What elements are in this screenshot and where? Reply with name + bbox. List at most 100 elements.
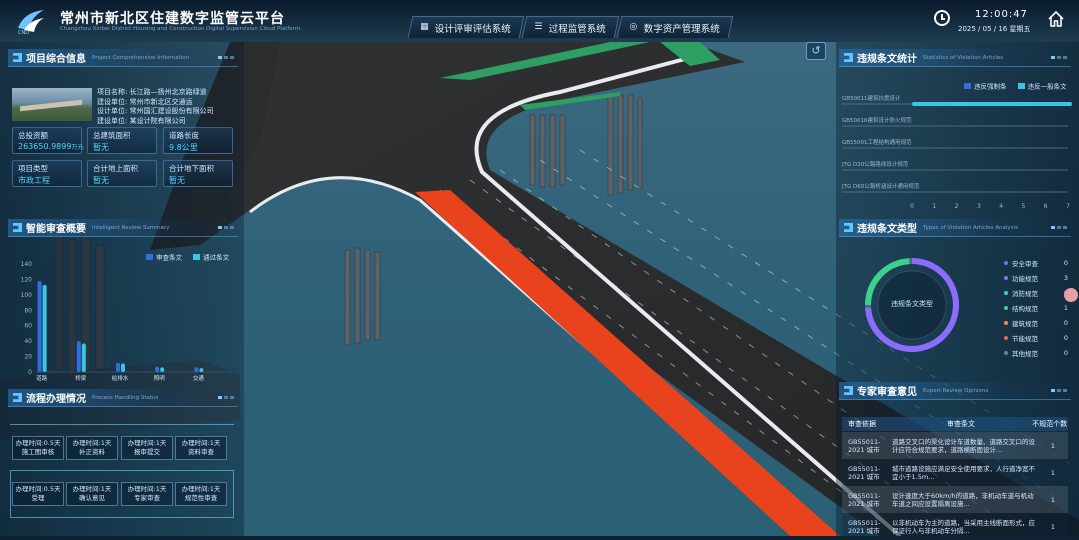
expert-table-header: 审查依据 审查条文 不规范个数	[842, 417, 1068, 431]
panel-dots-icon	[216, 396, 234, 399]
process-step[interactable]: 办理时间:0.5天 受理	[12, 482, 64, 506]
bar[interactable]	[121, 363, 125, 372]
process-step[interactable]: 办理时间:1天 补正资料	[66, 436, 118, 460]
row-basis: GB55011-2021 城市	[848, 491, 881, 508]
row-basis: GB55011-2021 城市	[848, 518, 881, 535]
category-label: JTG D60公路桥涵设计通用规范	[841, 182, 920, 190]
row-basis: GB55011-2021 城市	[848, 437, 881, 454]
table-row[interactable]: GB55011-2021 城市 设计速度大于60km/h的道路，非机动车道与机动车…	[842, 486, 1068, 513]
tab-label: 过程监管系统	[548, 23, 606, 35]
type-legend-item[interactable]: 结构规范 1	[1004, 303, 1074, 313]
x-tick-label: 桥梁	[75, 374, 87, 382]
bar[interactable]	[42, 284, 47, 372]
type-name: 结构规范	[1012, 305, 1038, 313]
y-tick-label: 120	[21, 276, 33, 283]
back-button[interactable]: ↺	[806, 42, 826, 60]
tab-process-supervision[interactable]: ☰ 过程监管系统	[521, 16, 620, 38]
side-toggle-button[interactable]	[1064, 288, 1078, 302]
panel-title-en: Types of Violation Articles Analysis	[923, 224, 1018, 231]
category-label: GB50011建筑抗震设计	[842, 94, 901, 102]
panel-title-en: Expert Review Opinions	[923, 387, 989, 394]
type-name: 节能规范	[1012, 335, 1038, 343]
y-tick-label: 40	[24, 338, 32, 345]
process-step[interactable]: 办理时间:0.5天 施工图审核	[12, 436, 64, 460]
panel-dots-icon	[216, 56, 234, 59]
clock-icon	[934, 10, 950, 26]
type-count: 0	[1063, 319, 1068, 327]
top-nav: ▦ 设计评审评估系统 ☰ 过程监管系统 ◎ 数字资产管理系统	[407, 16, 734, 38]
panel-title-en: Process Handling Status	[92, 394, 159, 401]
bar[interactable]	[199, 368, 204, 372]
stat-unit: 万元	[71, 144, 84, 151]
type-legend-item[interactable]: 节能规范 0	[1004, 333, 1074, 343]
x-tick-label: 道路	[36, 374, 48, 382]
step-name: 确认意见	[79, 494, 105, 502]
process-step[interactable]: 办理时间:1天 专家审查	[121, 482, 173, 506]
table-row[interactable]: GB55011-2021 城市 道路交叉口的渠化设计车道数量、道路交叉口的设计应符…	[842, 432, 1068, 459]
tab-design-review[interactable]: ▦ 设计评审评估系统	[407, 16, 525, 38]
legend-dot	[1004, 261, 1008, 265]
type-legend-item[interactable]: 功能规范 3	[1004, 273, 1074, 283]
x-tick-label: 1	[932, 203, 936, 210]
legend-dot	[1004, 306, 1008, 310]
stat-card[interactable]: 总建筑面积 暂无	[87, 127, 157, 154]
type-count: 0	[1063, 349, 1068, 357]
stat-card[interactable]: 项目类型 市政工程	[12, 160, 82, 187]
process-step[interactable]: 办理时间:1天 资料审查	[175, 436, 227, 460]
panel-title: 项目综合信息	[26, 54, 86, 65]
process-step[interactable]: 办理时间:1天 报审提交	[121, 436, 173, 460]
legend-dot	[1004, 336, 1008, 340]
review-bar-chart[interactable]: 0 20 40 60 80 100 120 140 道路 桥梁 给排水 照明 交通	[12, 258, 238, 384]
row-count: 1	[1050, 468, 1056, 477]
row-basis: GB55011-2021 城市	[848, 464, 881, 481]
bar[interactable]	[76, 341, 81, 372]
tab-label: 数字资产管理系统	[643, 23, 720, 35]
col-count: 不规范个数	[1032, 420, 1068, 428]
stat-value: 暂无	[93, 175, 109, 186]
y-tick-label: 0	[28, 369, 32, 376]
tab-digital-asset[interactable]: ◎ 数字资产管理系统	[616, 16, 734, 38]
row-count: 1	[1050, 495, 1056, 504]
violation-bar-chart[interactable]: GB50011建筑抗震设计 GB50016建筑设计防火规范 GB55001工程结构通…	[838, 86, 1074, 210]
col-text: 审查条文	[946, 420, 975, 428]
panel-dots-icon	[1049, 56, 1067, 59]
stat-card[interactable]: 合计地上面积 暂无	[87, 160, 157, 187]
step-name: 报审提交	[134, 448, 160, 456]
table-row[interactable]: GB55011-2021 城市 城市道路设施应满足安全使用要求，人行道净宽不宜小于…	[842, 459, 1068, 486]
process-step[interactable]: 办理时间:1天 确认意见	[66, 482, 118, 506]
type-legend-item[interactable]: 建筑规范 0	[1004, 318, 1074, 328]
bar[interactable]	[194, 367, 199, 372]
bar[interactable]	[912, 102, 1072, 106]
y-tick-label: 140	[21, 261, 33, 268]
type-name: 建筑规范	[1012, 320, 1038, 328]
step-time: 办理时间:0.5天	[15, 439, 61, 447]
x-tick-label: 3	[977, 203, 981, 210]
panel-title: 专家审查意见	[857, 387, 917, 398]
project-photo[interactable]	[12, 88, 92, 121]
stat-card[interactable]: 总投资额 263650.9899万元	[12, 127, 83, 154]
panel-icon	[13, 53, 22, 62]
legend-dot	[1004, 291, 1008, 295]
stat-card[interactable]: 合计地下面积 暂无	[163, 160, 233, 187]
step-name: 受理	[31, 494, 45, 502]
bar[interactable]	[116, 362, 120, 372]
stat-number: 263650.9899	[18, 142, 72, 151]
type-name: 功能规范	[1012, 275, 1038, 283]
stat-value: 9.8公里	[169, 142, 198, 153]
type-legend-item[interactable]: 其他规范 0	[1004, 348, 1074, 358]
x-tick-label: 2	[955, 203, 959, 210]
panel-title-en: Intelligent Review Summary	[92, 224, 170, 231]
bar[interactable]	[160, 367, 165, 372]
category-label: GB50016建筑设计防火规范	[842, 116, 912, 124]
process-step[interactable]: 办理时间:1天 规范性审查	[175, 482, 227, 506]
stat-card[interactable]: 道路长度 9.8公里	[163, 127, 233, 154]
bar[interactable]	[81, 343, 86, 372]
y-tick-label: 100	[21, 292, 33, 299]
type-legend-item[interactable]: 安全审查 0	[1004, 258, 1074, 268]
bar[interactable]	[155, 366, 160, 372]
type-count: 0	[1063, 259, 1068, 267]
stat-label: 总投资额	[18, 131, 48, 140]
bar[interactable]	[37, 280, 42, 372]
stat-value: 263650.9899万元	[18, 142, 83, 151]
home-icon[interactable]	[1048, 11, 1064, 27]
